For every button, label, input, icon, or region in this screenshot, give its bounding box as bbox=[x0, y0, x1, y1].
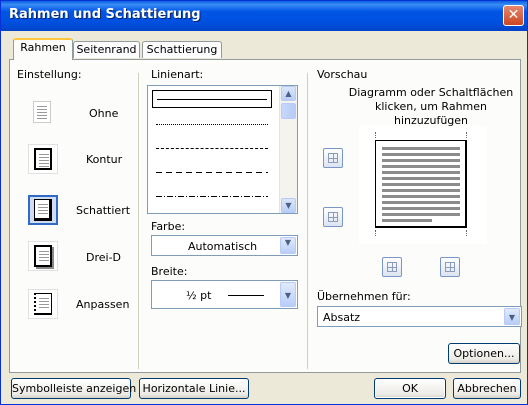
abbrechen-button[interactable]: Abbrechen bbox=[453, 378, 521, 399]
setting-drei-d-label[interactable]: Drei-D bbox=[86, 251, 121, 264]
setting-schattiert-label[interactable]: Schattiert bbox=[76, 204, 130, 217]
uebernehmen-label: Übernehmen für: bbox=[317, 290, 411, 303]
divider-1 bbox=[138, 73, 139, 369]
breite-line-sample bbox=[228, 295, 264, 296]
line-style-dash-dot[interactable] bbox=[152, 188, 272, 206]
chevron-down-icon[interactable]: ▼ bbox=[280, 282, 296, 307]
preview-diagram[interactable] bbox=[359, 126, 487, 244]
line-style-dashed[interactable] bbox=[152, 164, 272, 182]
setting-ohne-label[interactable]: Ohne bbox=[89, 107, 118, 120]
tab-seitenrand-label: Seitenrand bbox=[76, 43, 137, 56]
uebernehmen-value: Absatz bbox=[323, 311, 361, 324]
breite-label: Breite: bbox=[151, 265, 188, 278]
setting-anpassen-icon[interactable] bbox=[28, 289, 58, 319]
einstellung-label: Einstellung: bbox=[17, 68, 82, 81]
corner-mark bbox=[375, 230, 376, 236]
chevron-down-icon[interactable]: ▼ bbox=[504, 308, 520, 325]
line-style-dashed-fine[interactable] bbox=[152, 140, 272, 158]
line-style-dotted[interactable] bbox=[152, 116, 272, 134]
tab-schattierung[interactable]: Schattierung bbox=[142, 41, 222, 58]
window-title: Rahmen und Schattierung bbox=[9, 7, 201, 22]
setting-kontur-icon[interactable] bbox=[28, 144, 58, 174]
vorschau-hint: Diagramm oder Schaltflächen klicken, um … bbox=[348, 86, 514, 127]
scroll-thumb[interactable] bbox=[281, 103, 296, 119]
setting-schattiert-icon[interactable] bbox=[28, 195, 58, 225]
dialog-window: Rahmen und Schattierung ✕ Rahmen Seitenr… bbox=[0, 0, 528, 405]
farbe-dropdown[interactable]: Automatisch ▼ bbox=[151, 235, 298, 256]
uebernehmen-dropdown[interactable]: Absatz ▼ bbox=[317, 306, 522, 327]
linienart-label: Linienart: bbox=[151, 68, 204, 81]
preview-page bbox=[375, 140, 467, 228]
scroll-down-icon[interactable]: ▼ bbox=[281, 198, 296, 213]
linienart-scrollbar[interactable]: ▲ ▼ bbox=[279, 86, 297, 213]
setting-anpassen-label[interactable]: Anpassen bbox=[76, 298, 129, 311]
corner-mark bbox=[466, 132, 467, 138]
breite-dropdown[interactable]: ½ pt ▼ bbox=[151, 280, 298, 309]
chevron-down-icon[interactable]: ▼ bbox=[280, 237, 296, 254]
ok-button[interactable]: OK bbox=[374, 378, 446, 399]
close-button[interactable]: ✕ bbox=[503, 5, 524, 26]
corner-mark bbox=[466, 230, 467, 236]
farbe-value: Automatisch bbox=[188, 240, 258, 253]
farbe-label: Farbe: bbox=[151, 220, 186, 233]
symbolleiste-button[interactable]: Symbolleiste anzeigen bbox=[11, 378, 136, 399]
border-right-button[interactable] bbox=[440, 257, 460, 277]
linienart-listbox[interactable]: ▲ ▼ bbox=[147, 85, 298, 214]
horizontale-linie-button[interactable]: Horizontale Linie... bbox=[139, 378, 249, 399]
setting-ohne-icon[interactable] bbox=[28, 98, 58, 128]
tab-rahmen-label: Rahmen bbox=[20, 41, 66, 54]
border-top-button[interactable] bbox=[323, 148, 343, 168]
tab-rahmen[interactable]: Rahmen bbox=[13, 38, 73, 60]
corner-mark bbox=[375, 132, 376, 138]
border-left-button[interactable] bbox=[382, 257, 402, 277]
scroll-up-icon[interactable]: ▲ bbox=[281, 86, 296, 101]
line-style-solid[interactable] bbox=[152, 90, 272, 108]
setting-drei-d-icon[interactable] bbox=[28, 241, 58, 271]
vorschau-label: Vorschau bbox=[317, 68, 368, 81]
border-bottom-button[interactable] bbox=[323, 207, 343, 227]
setting-kontur-label[interactable]: Kontur bbox=[86, 153, 122, 166]
breite-value: ½ pt bbox=[186, 289, 212, 302]
tab-schattierung-label: Schattierung bbox=[146, 43, 218, 56]
optionen-button[interactable]: Optionen... bbox=[448, 343, 520, 364]
divider-2 bbox=[307, 73, 308, 369]
tab-seitenrand[interactable]: Seitenrand bbox=[73, 41, 140, 58]
title-bar[interactable]: Rahmen und Schattierung ✕ bbox=[1, 1, 527, 31]
